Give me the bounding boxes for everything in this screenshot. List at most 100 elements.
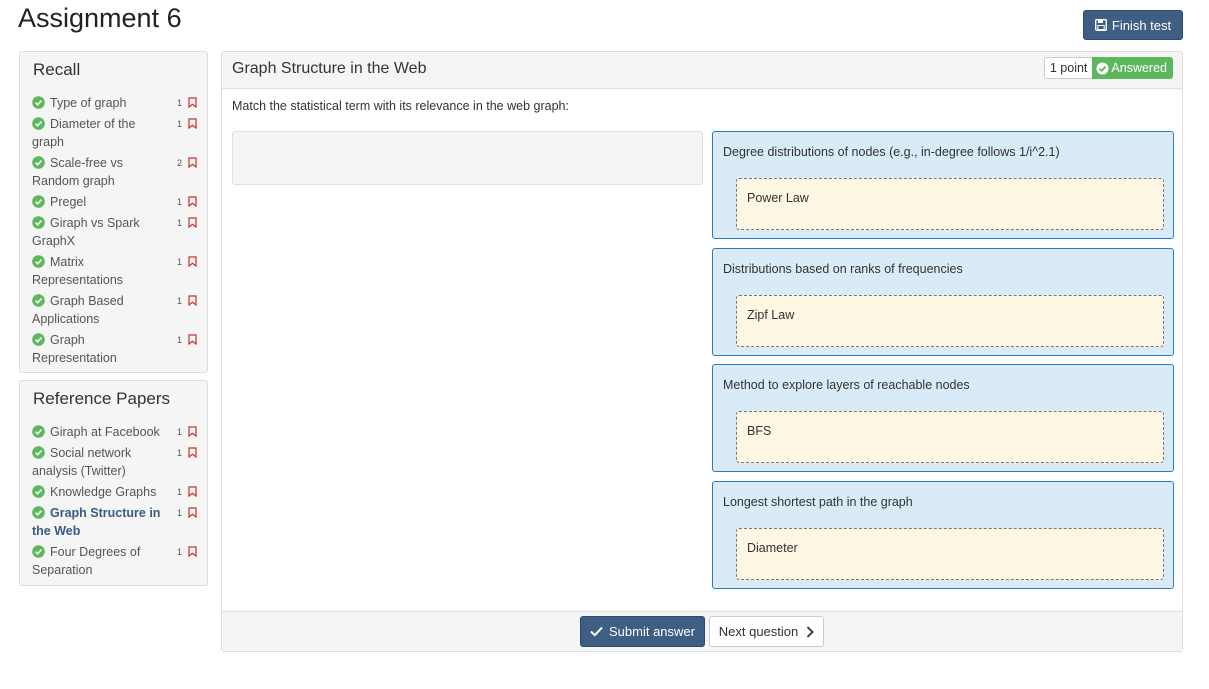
check-circle-icon bbox=[32, 216, 45, 229]
sidebar-item-points: 1 bbox=[177, 487, 183, 497]
match-term: Method to explore layers of reachable no… bbox=[723, 378, 970, 392]
sidebar-item[interactable]: Matrix Representations 1 bbox=[32, 253, 199, 289]
answer-pool[interactable] bbox=[232, 131, 703, 185]
check-circle-icon bbox=[1096, 62, 1109, 74]
check-circle-icon bbox=[32, 425, 45, 438]
sidebar-item-label: Knowledge Graphs bbox=[50, 485, 157, 499]
sidebar-item[interactable]: Giraph at Facebook 1 bbox=[32, 423, 199, 441]
match-term: Longest shortest path in the graph bbox=[723, 495, 913, 509]
question-panel: Graph Structure in the Web 1 point Answe… bbox=[221, 51, 1183, 652]
match-item: Method to explore layers of reachable no… bbox=[712, 364, 1174, 472]
check-circle-icon bbox=[32, 446, 45, 459]
match-answer[interactable]: Power Law bbox=[747, 191, 809, 205]
sidebar-item-label: Giraph vs Spark GraphX bbox=[32, 216, 140, 248]
check-circle-icon bbox=[32, 255, 45, 268]
sidebar-item[interactable]: Four Degrees of Separation 1 bbox=[32, 543, 199, 579]
match-drop-zone[interactable]: Diameter bbox=[736, 528, 1164, 580]
match-term: Degree distributions of nodes (e.g., in-… bbox=[723, 145, 1060, 159]
answered-label: Answered bbox=[1111, 61, 1167, 75]
check-circle-icon bbox=[32, 117, 45, 130]
bookmark-icon[interactable] bbox=[188, 97, 197, 108]
submit-answer-button[interactable]: Submit answer bbox=[580, 616, 705, 647]
match-answer[interactable]: Zipf Law bbox=[747, 308, 794, 322]
check-circle-icon bbox=[32, 156, 45, 169]
sidebar-item-points: 1 bbox=[177, 508, 183, 518]
reference-papers-heading: Reference Papers bbox=[33, 389, 171, 408]
sidebar-item-points: 2 bbox=[177, 158, 183, 168]
check-circle-icon bbox=[32, 333, 45, 346]
bookmark-icon[interactable] bbox=[188, 256, 197, 267]
bookmark-icon[interactable] bbox=[188, 546, 197, 557]
bookmark-icon[interactable] bbox=[188, 118, 197, 129]
check-circle-icon bbox=[32, 506, 45, 519]
match-item: Degree distributions of nodes (e.g., in-… bbox=[712, 131, 1174, 239]
sidebar-item[interactable]: Scale-free vs Random graph 2 bbox=[32, 154, 199, 190]
bookmark-icon[interactable] bbox=[188, 295, 197, 306]
sidebar-item[interactable]: Giraph vs Spark GraphX 1 bbox=[32, 214, 199, 250]
sidebar-item-points: 1 bbox=[177, 547, 183, 557]
next-question-button[interactable]: Next question bbox=[709, 616, 824, 647]
sidebar-item-points: 1 bbox=[177, 448, 183, 458]
sidebar-item-points: 1 bbox=[177, 218, 183, 228]
sidebar-item-points: 1 bbox=[177, 257, 183, 267]
bookmark-icon[interactable] bbox=[188, 486, 197, 497]
bookmark-icon[interactable] bbox=[188, 196, 197, 207]
save-icon bbox=[1094, 19, 1107, 31]
match-drop-zone[interactable]: BFS bbox=[736, 411, 1164, 463]
recall-list: Type of graph 1 Diameter of the graph 1 Scal… bbox=[32, 94, 199, 367]
sidebar-item[interactable]: Knowledge Graphs 1 bbox=[32, 483, 199, 501]
check-circle-icon bbox=[32, 294, 45, 307]
sidebar-item-label: Pregel bbox=[50, 195, 87, 209]
sidebar-item-points: 1 bbox=[177, 335, 183, 345]
finish-test-button[interactable]: Finish test bbox=[1083, 10, 1183, 40]
bookmark-icon[interactable] bbox=[188, 507, 197, 518]
match-drop-zone[interactable]: Power Law bbox=[736, 178, 1164, 230]
bookmark-icon[interactable] bbox=[188, 334, 197, 345]
sidebar-item[interactable]: Pregel 1 bbox=[32, 193, 199, 211]
bookmark-icon[interactable] bbox=[188, 157, 197, 168]
bookmark-icon[interactable] bbox=[188, 426, 197, 437]
sidebar-item-label: Four Degrees of Separation bbox=[32, 545, 141, 577]
sidebar-item[interactable]: Type of graph 1 bbox=[32, 94, 199, 112]
sidebar-item-points: 1 bbox=[177, 197, 183, 207]
sidebar-item-points: 1 bbox=[177, 98, 183, 108]
question-prompt: Match the statistical term with its rele… bbox=[232, 99, 569, 113]
answered-badge: Answered bbox=[1092, 57, 1173, 79]
sidebar-item-label: Graph Structure in the Web bbox=[32, 506, 161, 538]
check-circle-icon bbox=[32, 195, 45, 208]
sidebar-item-points: 1 bbox=[177, 296, 183, 306]
question-badges: 1 point Answered bbox=[1043, 57, 1173, 79]
next-question-label: Next question bbox=[718, 624, 799, 639]
finish-test-label: Finish test bbox=[1111, 17, 1172, 33]
sidebar-item[interactable]: Diameter of the graph 1 bbox=[32, 115, 199, 151]
match-answer[interactable]: Diameter bbox=[747, 541, 798, 555]
match-item: Distributions based on ranks of frequenc… bbox=[712, 248, 1174, 356]
question-header: Graph Structure in the Web 1 point Answe… bbox=[222, 52, 1182, 89]
submit-answer-label: Submit answer bbox=[609, 624, 695, 639]
bookmark-icon[interactable] bbox=[188, 217, 197, 228]
bookmark-icon[interactable] bbox=[188, 447, 197, 458]
check-circle-icon bbox=[32, 545, 45, 558]
sidebar-item[interactable]: Graph Based Applications 1 bbox=[32, 292, 199, 328]
check-circle-icon bbox=[32, 485, 45, 498]
question-title: Graph Structure in the Web bbox=[232, 60, 427, 77]
sidebar-item-label: Diameter of the graph bbox=[32, 117, 136, 149]
sidebar-item[interactable]: Social network analysis (Twitter) 1 bbox=[32, 444, 199, 480]
match-item: Longest shortest path in the graph Diamet… bbox=[712, 481, 1174, 589]
sidebar-item-label: Giraph at Facebook bbox=[50, 425, 160, 439]
check-circle-icon bbox=[32, 96, 45, 109]
sidebar-item-points: 1 bbox=[177, 119, 183, 129]
sidebar-item-points: 1 bbox=[177, 427, 183, 437]
sidebar-item[interactable]: Graph Representation 1 bbox=[32, 331, 199, 367]
checkmark-icon bbox=[590, 626, 603, 637]
match-answer[interactable]: BFS bbox=[747, 424, 771, 438]
sidebar-item-label: Scale-free vs Random graph bbox=[32, 156, 123, 188]
match-term: Distributions based on ranks of frequenc… bbox=[723, 262, 963, 276]
sidebar-item[interactable]: Graph Structure in the Web 1 bbox=[32, 504, 199, 540]
recall-heading: Recall bbox=[33, 60, 81, 79]
match-drop-zone[interactable]: Zipf Law bbox=[736, 295, 1164, 347]
sidebar-item-label: Social network analysis (Twitter) bbox=[32, 446, 132, 478]
question-footer: Submit answer Next question bbox=[222, 611, 1182, 651]
reference-papers-panel: Reference Papers Giraph at Facebook 1 Soci… bbox=[19, 380, 208, 586]
sidebar-item-label: Type of graph bbox=[50, 96, 127, 110]
